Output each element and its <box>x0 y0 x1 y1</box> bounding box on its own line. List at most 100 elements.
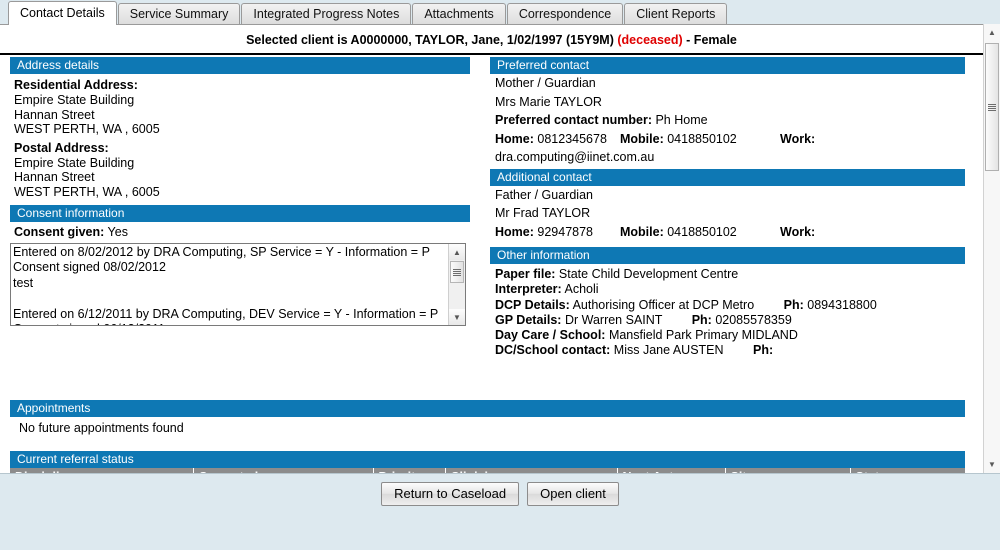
section-header-other-information: Other information <box>490 247 965 264</box>
section-title: Preferred contact <box>497 58 590 72</box>
tab-service-summary[interactable]: Service Summary <box>117 3 241 25</box>
scroll-up-icon[interactable]: ▲ <box>984 24 1000 41</box>
paper-file-label: Paper file: <box>495 267 556 281</box>
open-client-button[interactable]: Open client <box>527 482 619 506</box>
footer-bar: Return to Caseload Open client <box>0 473 1000 550</box>
school-contact-label: DC/School contact: <box>495 343 611 358</box>
application-window: Contact Details Service Summary Integrat… <box>0 0 1000 550</box>
postal-address-line: Empire State Building <box>14 155 135 170</box>
gp-details-row: GP Details: Dr Warren SAINT Ph: 02085578… <box>490 313 965 328</box>
appointments-empty-message: No future appointments found <box>19 421 184 435</box>
home-phone-value: 92947878 <box>537 224 594 239</box>
appointments-section: Appointments No future appointments foun… <box>10 400 965 435</box>
scroll-up-icon[interactable]: ▲ <box>449 244 465 260</box>
postal-address-line: WEST PERTH, WA , 6005 <box>14 184 160 199</box>
content-panel: Selected client is A0000000, TAYLOR, Jan… <box>0 24 1000 473</box>
work-phone-label: Work: <box>780 131 816 146</box>
section-header-preferred-contact: Preferred contact <box>490 57 965 74</box>
preferred-contact-relationship: Mother / Guardian <box>495 76 596 90</box>
interpreter-row: Interpreter: Acholi <box>490 282 965 297</box>
school-contact-value: Miss Jane AUSTEN <box>613 343 724 358</box>
details-scroll-area: Address details Residential Address: Emp… <box>0 57 983 473</box>
residential-address-label: Residential Address: <box>14 78 138 92</box>
gp-details-value: Dr Warren SAINT <box>564 312 663 327</box>
tab-label: Correspondence <box>518 7 612 21</box>
tab-label: Client Reports <box>636 7 716 21</box>
mobile-phone-label: Mobile: <box>620 131 664 146</box>
gp-phone-value: 02085578359 <box>715 312 792 327</box>
section-title: Other information <box>497 248 590 262</box>
dcp-details-value: Authorising Officer at DCP Metro <box>572 297 755 312</box>
tab-label: Integrated Progress Notes <box>253 7 400 21</box>
current-referral-status-section: Current referral status Discipline Curre… <box>10 451 965 473</box>
section-title: Consent information <box>17 206 125 220</box>
section-title: Current referral status <box>17 452 134 466</box>
return-to-caseload-button[interactable]: Return to Caseload <box>381 482 520 506</box>
section-header-consent-information: Consent information <box>10 205 470 222</box>
tab-bar: Contact Details Service Summary Integrat… <box>0 0 1000 25</box>
section-title: Additional contact <box>497 169 592 184</box>
selected-client-banner: Selected client is A0000000, TAYLOR, Jan… <box>0 25 983 55</box>
tab-integrated-progress-notes[interactable]: Integrated Progress Notes <box>241 3 412 25</box>
additional-contact-phones: Home: 92947878 Mobile: 0418850102 Work: <box>490 223 965 242</box>
section-header-appointments: Appointments <box>10 400 965 417</box>
tab-contact-details[interactable]: Contact Details <box>8 1 117 25</box>
mobile-phone-label: Mobile: <box>620 224 664 239</box>
dcp-details-label: DCP Details: <box>495 297 570 312</box>
grip-icon <box>988 103 996 111</box>
scroll-down-icon[interactable]: ▼ <box>984 456 1000 473</box>
home-phone-value: 0812345678 <box>537 131 607 146</box>
tab-client-reports[interactable]: Client Reports <box>624 3 728 25</box>
school-contact-row: DC/School contact: Miss Jane AUSTEN Ph: <box>490 343 965 358</box>
postal-address-line: Hannan Street <box>14 170 95 184</box>
left-column: Address details Residential Address: Emp… <box>10 57 470 326</box>
dcp-phone-label: Ph: <box>783 297 804 312</box>
section-title: Address details <box>17 58 100 72</box>
client-banner-prefix: Selected client is A0000000, TAYLOR, Jan… <box>246 33 614 47</box>
day-care-school-row: Day Care / School: Mansfield Park Primar… <box>490 328 965 343</box>
day-care-school-value: Mansfield Park Primary MIDLAND <box>608 328 798 343</box>
paper-file-row: Paper file: State Child Development Cent… <box>490 264 965 282</box>
additional-contact-relationship: Father / Guardian <box>495 187 593 202</box>
residential-address-line: Empire State Building <box>14 93 135 107</box>
dcp-details-row: DCP Details: Authorising Officer at DCP … <box>490 298 965 313</box>
residential-address-line: WEST PERTH, WA , 6005 <box>14 122 160 136</box>
page-scrollbar[interactable]: ▲ ▼ <box>983 24 1000 473</box>
preferred-contact-name: Mrs Marie TAYLOR <box>495 94 602 109</box>
tab-correspondence[interactable]: Correspondence <box>506 3 624 25</box>
preferred-contact-number-row: Preferred contact number: Ph Home <box>490 111 965 130</box>
consent-scroll-thumb[interactable] <box>450 261 464 283</box>
dcp-phone-value: 0894318800 <box>807 297 877 312</box>
paper-file-value: State Child Development Centre <box>558 267 739 281</box>
page-scroll-thumb[interactable] <box>985 43 999 171</box>
preferred-contact-email: dra.computing@iinet.com.au <box>495 150 655 164</box>
gp-details-label: GP Details: <box>495 312 562 327</box>
mobile-phone-value: 0418850102 <box>667 224 737 239</box>
mobile-phone-value: 0418850102 <box>667 131 737 146</box>
interpreter-label: Interpreter: <box>495 282 562 297</box>
consent-history-textarea[interactable]: Entered on 8/02/2012 by DRA Computing, S… <box>10 243 466 326</box>
consent-history-text: Entered on 8/02/2012 by DRA Computing, S… <box>13 245 439 325</box>
preferred-contact-phones: Home: 0812345678 Mobile: 0418850102 Work… <box>490 130 965 149</box>
additional-contact-name: Mr Frad TAYLOR <box>495 206 591 220</box>
section-header-current-referral-status: Current referral status <box>10 451 965 468</box>
scroll-down-icon[interactable]: ▼ <box>449 309 465 325</box>
consent-scrollbar[interactable]: ▲ ▼ <box>448 244 465 325</box>
interpreter-value: Acholi <box>564 282 599 297</box>
work-phone-label: Work: <box>780 224 816 239</box>
preferred-number-label: Preferred contact number: <box>495 113 652 127</box>
tab-attachments[interactable]: Attachments <box>412 3 506 25</box>
gp-phone-label: Ph: <box>691 312 712 327</box>
postal-address-label: Postal Address: <box>14 140 109 155</box>
right-column: Preferred contact Mother / Guardian Mrs … <box>490 57 965 359</box>
section-header-address-details: Address details <box>10 57 470 74</box>
consent-given-label: Consent given: <box>14 225 105 239</box>
tab-label: Contact Details <box>20 6 105 20</box>
section-header-additional-contact: Additional contact <box>490 168 965 186</box>
school-phone-label: Ph: <box>753 343 774 358</box>
client-banner-suffix: - Female <box>686 33 737 47</box>
residential-address-line: Hannan Street <box>14 107 95 122</box>
section-title: Appointments <box>17 401 91 415</box>
client-deceased-flag: (deceased) <box>617 33 683 47</box>
day-care-school-label: Day Care / School: <box>495 328 606 343</box>
